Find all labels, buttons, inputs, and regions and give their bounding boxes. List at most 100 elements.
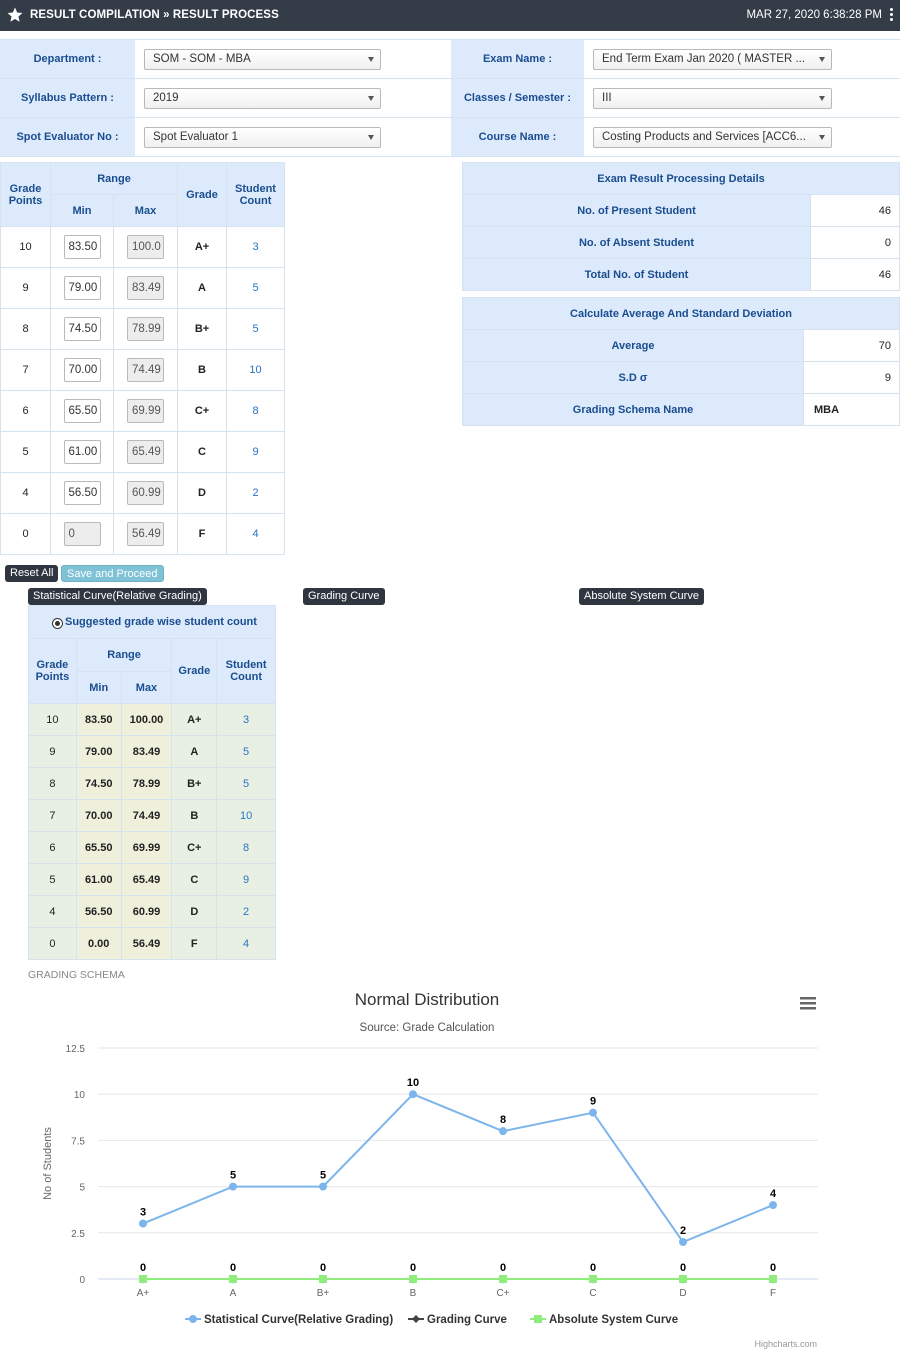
data-label: 0 xyxy=(140,1262,146,1274)
student-count-link[interactable]: 10 xyxy=(216,799,276,832)
student-count-link[interactable]: 2 xyxy=(216,895,276,928)
grade-cell: C+ xyxy=(177,390,227,432)
min-cell: 61.00 xyxy=(50,431,114,473)
y-tick-label: 0 xyxy=(79,1275,85,1286)
normal-distribution-chart: Normal Distribution Source: Grade Calcula… xyxy=(42,990,818,1349)
student-count-link[interactable]: 5 xyxy=(216,767,276,800)
data-label: 4 xyxy=(770,1188,777,1200)
max-input: 83.49 xyxy=(127,276,164,300)
spot-evaluator-value: Spot Evaluator 1 xyxy=(153,131,239,143)
table-row: 0 0 56.49 F 4 xyxy=(0,513,285,555)
max-header: Max xyxy=(113,194,178,227)
min-input[interactable]: 61.00 xyxy=(63,440,101,464)
student-count-link[interactable]: 3 xyxy=(216,703,276,736)
table-row: 6 65.50 69.99 C+ 8 xyxy=(28,831,276,864)
student-count-link[interactable]: 5 xyxy=(226,267,285,309)
data-label: 0 xyxy=(320,1262,326,1274)
max-cell: 100.0 xyxy=(113,226,178,268)
reset-all-button[interactable]: Reset All xyxy=(5,565,59,582)
department-select[interactable]: SOM - SOM - MBA xyxy=(144,49,381,70)
min-input: 0 xyxy=(63,522,101,546)
exam-details-table: Exam Result Processing Details No. of Pr… xyxy=(462,162,900,291)
spot-evaluator-select[interactable]: Spot Evaluator 1 xyxy=(144,127,381,148)
hamburger-menu-icon[interactable] xyxy=(800,997,816,1010)
student-count-link[interactable]: 4 xyxy=(216,927,276,960)
grade-cell: B xyxy=(171,799,218,832)
radio-button[interactable] xyxy=(52,618,63,629)
max-header: Max xyxy=(120,671,173,704)
statistical-curve-button[interactable]: Statistical Curve(Relative Grading) xyxy=(28,588,207,605)
student-count-link[interactable]: 5 xyxy=(216,735,276,768)
max-cell: 83.49 xyxy=(120,735,173,768)
series-line-0 xyxy=(142,1093,774,1244)
exam-select[interactable]: End Term Exam Jan 2020 ( MASTER ... xyxy=(593,49,832,70)
student-count-link[interactable]: 8 xyxy=(216,831,276,864)
legend-item[interactable]: Absolute System Curve xyxy=(549,1314,678,1326)
grading-curve-button[interactable]: Grading Curve xyxy=(303,588,385,605)
max-cell: 78.99 xyxy=(113,308,178,350)
y-tick-label: 12.5 xyxy=(66,1044,86,1055)
top-bar: RESULT COMPILATION » RESULT PROCESS MAR … xyxy=(0,0,900,31)
max-input: 78.99 xyxy=(127,317,164,341)
syllabus-select[interactable]: 2019 xyxy=(144,88,381,109)
student-count-link[interactable]: 4 xyxy=(226,513,285,555)
course-select[interactable]: Costing Products and Services [ACC6... xyxy=(593,127,832,148)
suggested-caption: Suggested grade wise student count xyxy=(65,616,257,628)
x-tick-label: B+ xyxy=(317,1288,330,1299)
data-point xyxy=(589,1275,597,1283)
data-label: 3 xyxy=(140,1207,146,1219)
data-point xyxy=(139,1275,147,1283)
data-point xyxy=(139,1219,147,1228)
absolute-system-curve-button[interactable]: Absolute System Curve xyxy=(579,588,704,605)
grade-cell: C+ xyxy=(171,831,218,864)
legend-item[interactable]: Statistical Curve(Relative Grading) xyxy=(204,1314,393,1326)
grade-cell: B+ xyxy=(177,308,227,350)
x-tick-label: F xyxy=(770,1288,776,1299)
data-label: 5 xyxy=(320,1170,326,1182)
star-icon[interactable] xyxy=(6,6,24,24)
grade-points-header: Grade Points xyxy=(28,638,77,704)
min-input[interactable]: 56.50 xyxy=(63,481,101,505)
absent-label: No. of Absent Student xyxy=(462,226,811,259)
legend-marker xyxy=(412,1315,420,1323)
data-label: 2 xyxy=(680,1225,686,1237)
course-label: Course Name : xyxy=(451,118,584,156)
classes-select[interactable]: III xyxy=(593,88,832,109)
student-count-link[interactable]: 9 xyxy=(216,863,276,896)
more-options-icon[interactable] xyxy=(890,8,894,23)
min-input[interactable]: 65.50 xyxy=(63,399,101,423)
min-input[interactable]: 70.00 xyxy=(63,358,101,382)
grade-points-cell: 5 xyxy=(28,863,77,896)
data-point xyxy=(499,1127,507,1136)
student-count-link[interactable]: 10 xyxy=(226,349,285,391)
min-input[interactable]: 74.50 xyxy=(63,317,101,341)
exam-value: End Term Exam Jan 2020 ( MASTER ... xyxy=(602,53,806,65)
grade-cell: A xyxy=(171,735,218,768)
grade-points-cell: 8 xyxy=(0,308,51,350)
max-cell: 60.99 xyxy=(113,472,178,514)
department-label: Department : xyxy=(0,40,135,78)
legend-item[interactable]: Grading Curve xyxy=(427,1314,507,1326)
min-input[interactable]: 79.00 xyxy=(63,276,101,300)
student-count-link[interactable]: 8 xyxy=(226,390,285,432)
chevron-down-icon xyxy=(368,135,374,140)
chart-title: Normal Distribution xyxy=(355,990,500,1009)
max-input: 60.99 xyxy=(127,481,164,505)
grade-header: Grade xyxy=(171,638,218,704)
student-count-link[interactable]: 2 xyxy=(226,472,285,514)
save-and-proceed-button[interactable]: Save and Proceed xyxy=(61,565,164,582)
student-count-link[interactable]: 9 xyxy=(226,431,285,473)
data-point xyxy=(769,1275,777,1283)
data-point xyxy=(319,1182,327,1191)
student-count-link[interactable]: 3 xyxy=(226,226,285,268)
total-label: Total No. of Student xyxy=(462,258,811,291)
y-tick-label: 5 xyxy=(79,1183,85,1194)
grade-cell: A+ xyxy=(177,226,227,268)
min-input[interactable]: 83.50 xyxy=(63,235,101,259)
table-row: 8 74.50 78.99 B+ 5 xyxy=(0,308,285,350)
grade-cell: D xyxy=(177,472,227,514)
table-row: 10 83.50 100.0 A+ 3 xyxy=(0,226,285,268)
student-count-link[interactable]: 5 xyxy=(226,308,285,350)
x-tick-label: A xyxy=(230,1288,237,1299)
chevron-down-icon xyxy=(819,135,825,140)
